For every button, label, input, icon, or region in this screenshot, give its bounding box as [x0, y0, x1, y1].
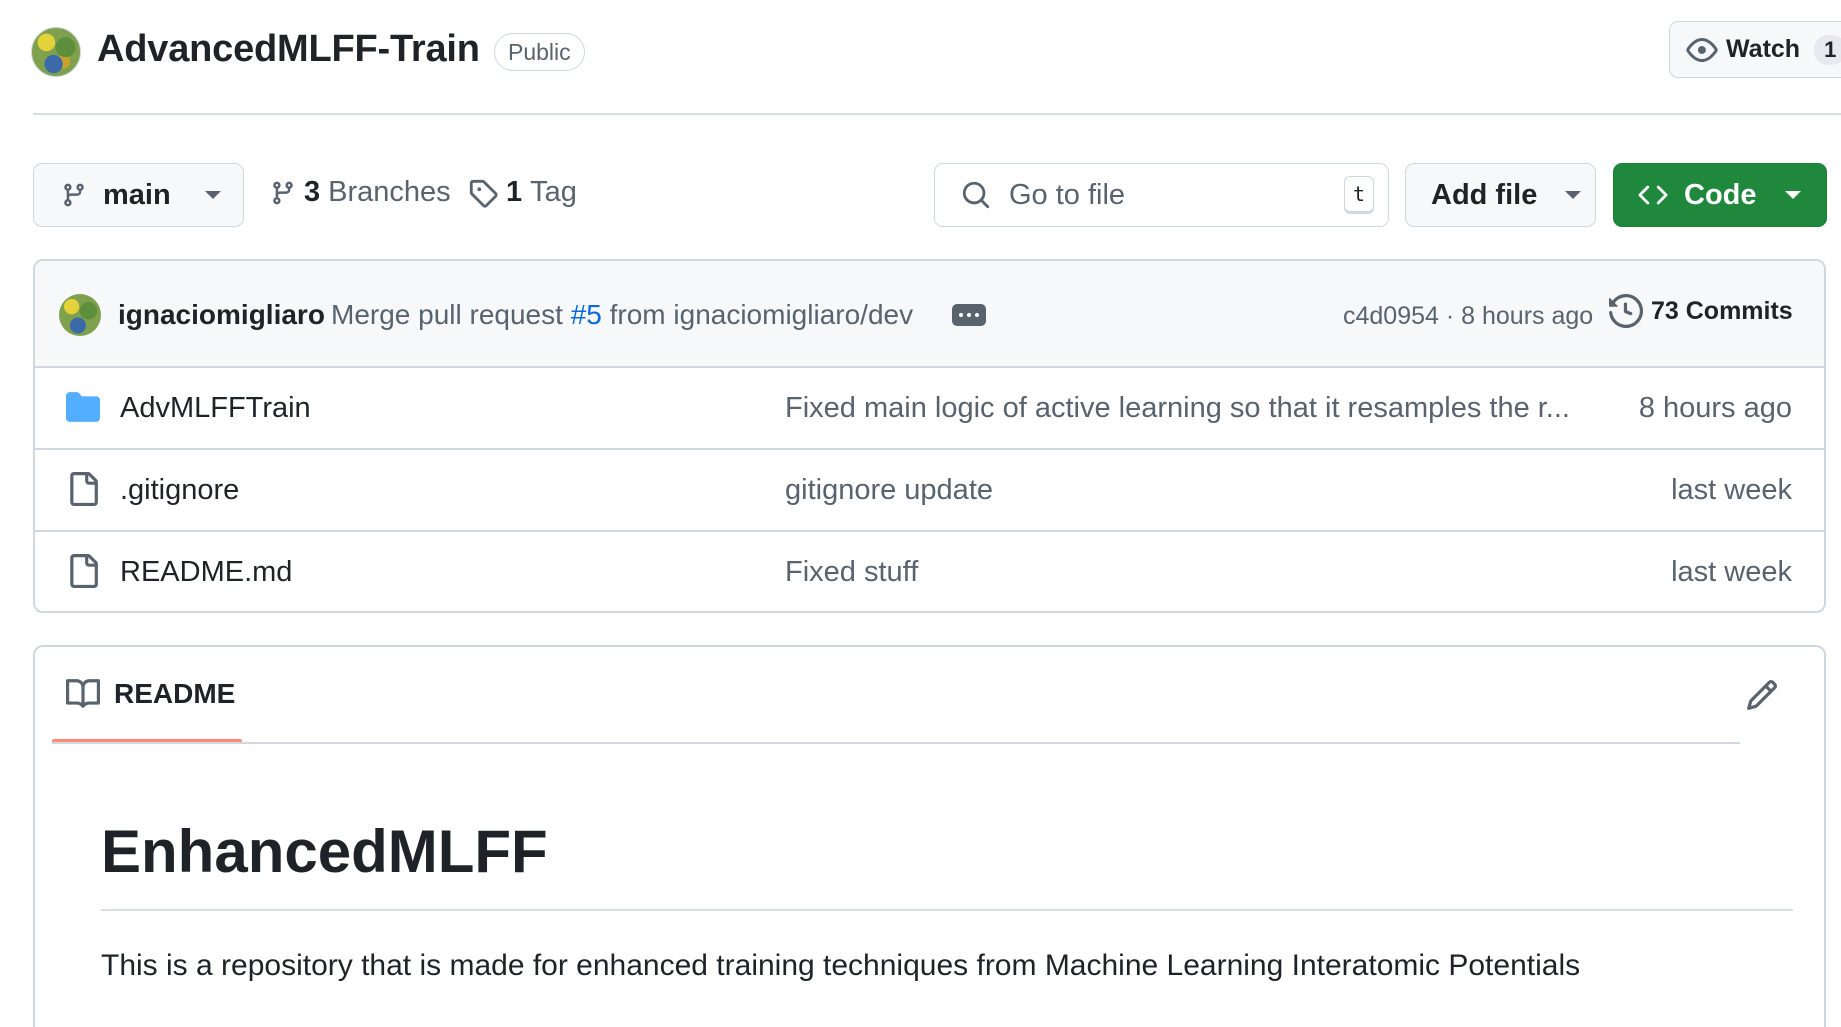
file-icon: [70, 472, 98, 506]
file-commit-message[interactable]: Fixed stuff: [785, 556, 918, 589]
file-name[interactable]: AdvMLFFTrain: [120, 392, 311, 425]
readme-tab-divider: [52, 742, 1740, 744]
tags-label: Tag: [530, 176, 577, 208]
add-file-label: Add file: [1431, 178, 1538, 211]
ellipsis-icon[interactable]: [952, 304, 986, 326]
readme-panel: README EnhancedMLFF This is a repository…: [33, 645, 1826, 1027]
owner-avatar[interactable]: [31, 27, 81, 77]
folder-icon: [66, 392, 100, 422]
search-placeholder: Go to file: [1009, 178, 1126, 211]
commits-link[interactable]: 73 Commits: [1609, 294, 1793, 328]
branch-icon: [64, 183, 84, 207]
chevron-down-icon: [1784, 191, 1801, 199]
commit-author-avatar[interactable]: [59, 294, 101, 336]
tags-count: 1: [506, 176, 523, 208]
file-row[interactable]: .gitignore gitignore update last week: [35, 450, 1824, 532]
code-icon: [1638, 185, 1668, 205]
branches-label: Branches: [328, 176, 451, 208]
visibility-badge: Public: [494, 33, 585, 71]
chevron-down-icon: [204, 191, 221, 199]
branch-name: main: [103, 178, 171, 211]
branches-count: 3: [304, 176, 321, 208]
tags-link[interactable]: 1 Tag: [468, 176, 577, 209]
repo-header: AdvancedMLFF-Train Public Watch 1: [0, 0, 1841, 115]
header-divider: [33, 113, 1841, 115]
search-icon: [962, 181, 990, 209]
file-commit-message[interactable]: gitignore update: [785, 474, 993, 507]
readme-paragraph: This is a repository that is made for en…: [101, 949, 1581, 982]
commit-message-suffix: from ignaciomigliaro/dev: [601, 299, 914, 330]
chevron-down-icon: [1565, 191, 1582, 199]
readme-tab-label: README: [114, 678, 236, 709]
readme-heading: EnhancedMLFF: [101, 818, 548, 885]
add-file-button[interactable]: Add file: [1405, 163, 1596, 227]
file-icon: [70, 554, 98, 588]
file-age: 8 hours ago: [1638, 392, 1792, 424]
latest-commit-bar: ignaciomigliaro Merge pull request #5 fr…: [35, 261, 1824, 368]
file-row[interactable]: AdvMLFFTrain Fixed main logic of active …: [35, 368, 1824, 450]
file-name[interactable]: README.md: [120, 556, 292, 589]
commit-message[interactable]: Merge pull request #5 from ignaciomiglia…: [331, 299, 913, 331]
commits-count: 73 Commits: [1651, 296, 1793, 325]
watch-label: Watch: [1726, 35, 1801, 63]
commit-message-prefix: Merge pull request: [331, 299, 571, 330]
watch-count: 1: [1814, 34, 1841, 65]
tag-icon: [469, 179, 498, 208]
file-commit-message[interactable]: Fixed main logic of active learning so t…: [785, 392, 1570, 425]
commit-hash-time[interactable]: c4d0954 · 8 hours ago: [1343, 302, 1593, 331]
heading-rule: [101, 909, 1793, 911]
branches-link[interactable]: 3 Branches: [270, 176, 451, 209]
branch-icon: [273, 181, 293, 204]
history-icon: [1609, 294, 1643, 328]
code-button[interactable]: Code: [1613, 163, 1827, 227]
eye-icon: [1686, 37, 1718, 62]
watch-button[interactable]: Watch 1: [1669, 21, 1841, 78]
file-browser: ignaciomigliaro Merge pull request #5 fr…: [33, 259, 1826, 613]
file-age: last week: [1671, 556, 1792, 588]
book-icon: [66, 679, 100, 708]
shortcut-key: t: [1344, 176, 1374, 214]
readme-tab[interactable]: README: [66, 677, 235, 711]
file-age: last week: [1671, 474, 1792, 506]
pencil-icon[interactable]: [1745, 678, 1779, 712]
code-label: Code: [1684, 178, 1757, 211]
pull-request-link[interactable]: #5: [571, 299, 602, 330]
go-to-file-input[interactable]: Go to file t: [934, 163, 1389, 227]
branch-select[interactable]: main: [33, 163, 244, 227]
file-name[interactable]: .gitignore: [120, 474, 239, 507]
file-row[interactable]: README.md Fixed stuff last week: [35, 532, 1824, 611]
repo-title[interactable]: AdvancedMLFF-Train: [97, 28, 480, 71]
commit-author[interactable]: ignaciomigliaro: [118, 299, 325, 331]
